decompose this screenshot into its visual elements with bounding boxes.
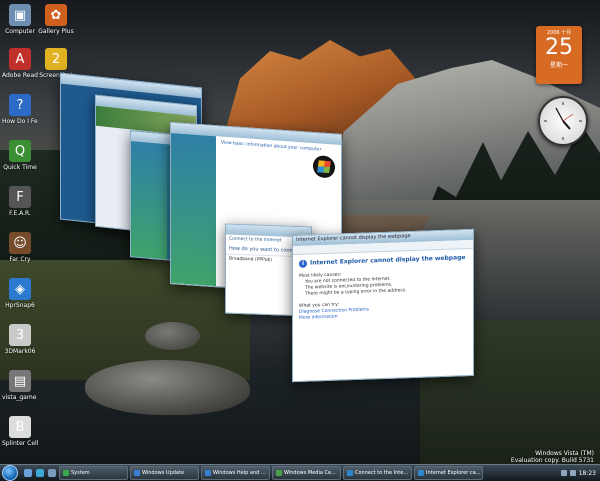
calendar-day: 25 [545,35,573,60]
system-tray: 18:23 [557,466,600,480]
desktop-icon[interactable]: ◈ HprSnap6 [2,278,38,309]
desktop-icon[interactable]: ✿ Gallery Plus [38,4,74,35]
show-desktop-icon[interactable] [24,469,32,477]
gallery-icon: ✿ [45,4,67,26]
desktop-icon[interactable]: ▤ vista_game Shortcut [2,370,38,401]
desktop-icon-label: Quick Time [3,164,37,171]
desktop-icon-label: HprSnap6 [5,302,35,309]
desktop-icon-label: Computer [5,28,35,35]
task-app-icon [418,470,424,476]
volume-icon[interactable] [569,470,576,476]
taskbar-button-label: Windows Help and ... [213,470,266,476]
farcry-icon: ☺ [9,232,31,254]
desktop-icon[interactable]: F F.E.A.R. [2,186,38,217]
flip3d-icon[interactable] [48,469,56,477]
taskbar-button-label: System [71,470,90,476]
clock-gadget[interactable] [538,96,588,146]
taskbar-button-label: Connect to the Inte... [355,470,409,476]
desktop-icon-label: Gallery Plus [38,28,74,35]
hypersnap-icon: ◈ [9,278,31,300]
info-icon: i [299,259,307,268]
taskbar-button[interactable]: System [59,466,128,480]
calendar-gadget[interactable]: 2006 十月 25 星期一 [536,26,582,84]
desktop-icon[interactable]: B Splinter Cell Chaos Th... [2,416,38,447]
taskbar-button-label: Windows Media Ce... [284,470,336,476]
adobe-reader-icon: A [9,48,31,70]
task-app-icon [63,470,69,476]
quicktime-icon: Q [9,140,31,162]
desktop-icon-label: 3DMark06 [4,348,36,355]
3dmark-icon: 3 [9,324,31,346]
desktop-icon[interactable]: ☺ Far Cry [2,232,38,263]
taskbar-button[interactable]: Connect to the Inte... [343,466,412,480]
taskbar: System Windows Update Windows Help and ...… [0,464,600,481]
desktop-icon-label: Far Cry [9,256,31,263]
small-rock [145,322,200,350]
window-internet-explorer[interactable]: Internet Explorer cannot display the web… [292,228,474,383]
taskbar-button[interactable]: Internet Explorer ca... [414,466,483,480]
desktop-icon[interactable]: ? How Do I Feedback [2,94,38,125]
desktop-icon-label: vista_game Shortcut [2,394,38,401]
windows-logo-icon [313,154,335,179]
taskbar-button[interactable]: Windows Update [130,466,199,480]
fear-icon: F [9,186,31,208]
bench-icon: B [9,416,31,438]
desktop-icon-label: How Do I Feedback [2,118,38,125]
start-button[interactable] [2,465,18,481]
desktop-icon-label: Splinter Cell Chaos Th... [2,440,38,447]
calendar-weekday: 星期一 [549,62,568,69]
evaluation-watermark: Windows Vista (TM) Evaluation copy. Buil… [511,450,594,464]
desktop-icon[interactable]: ▣ Computer [2,4,38,35]
help-icon: ? [9,94,31,116]
watermark-line-2: Evaluation copy. Build 5731 [510,457,594,464]
tray-clock[interactable]: 18:23 [579,470,596,477]
vista-game-icon: ▤ [9,370,31,392]
ie-quicklaunch-icon[interactable] [36,469,44,477]
taskbar-button[interactable]: Windows Help and ... [201,466,270,480]
watermark-line-1: Windows Vista (TM) [535,450,594,457]
desktop-icon-label: Adobe Reader [2,72,38,79]
task-app-icon [276,470,282,476]
task-app-icon [205,470,211,476]
task-app-icon [134,470,140,476]
clock-face-icon [544,102,582,140]
desktop-icon[interactable]: Q Quick Time [2,140,38,171]
ie-error-heading: Internet Explorer cannot display the web… [310,254,466,267]
taskbar-button[interactable]: Windows Media Ce... [272,466,341,480]
task-app-icon [347,470,353,476]
desktop-icon[interactable]: A Adobe Reader [2,48,38,79]
boulder [85,360,250,415]
desktop-icon[interactable]: 3 3DMark06 [2,324,38,355]
computer-icon: ▣ [9,4,31,26]
taskbar-button-label: Windows Update [142,470,185,476]
screenshot-icon: 2 [45,48,67,70]
desktop-icon-label: F.E.A.R. [9,210,31,217]
network-icon[interactable] [560,470,567,476]
taskbar-button-label: Internet Explorer ca... [426,470,481,476]
